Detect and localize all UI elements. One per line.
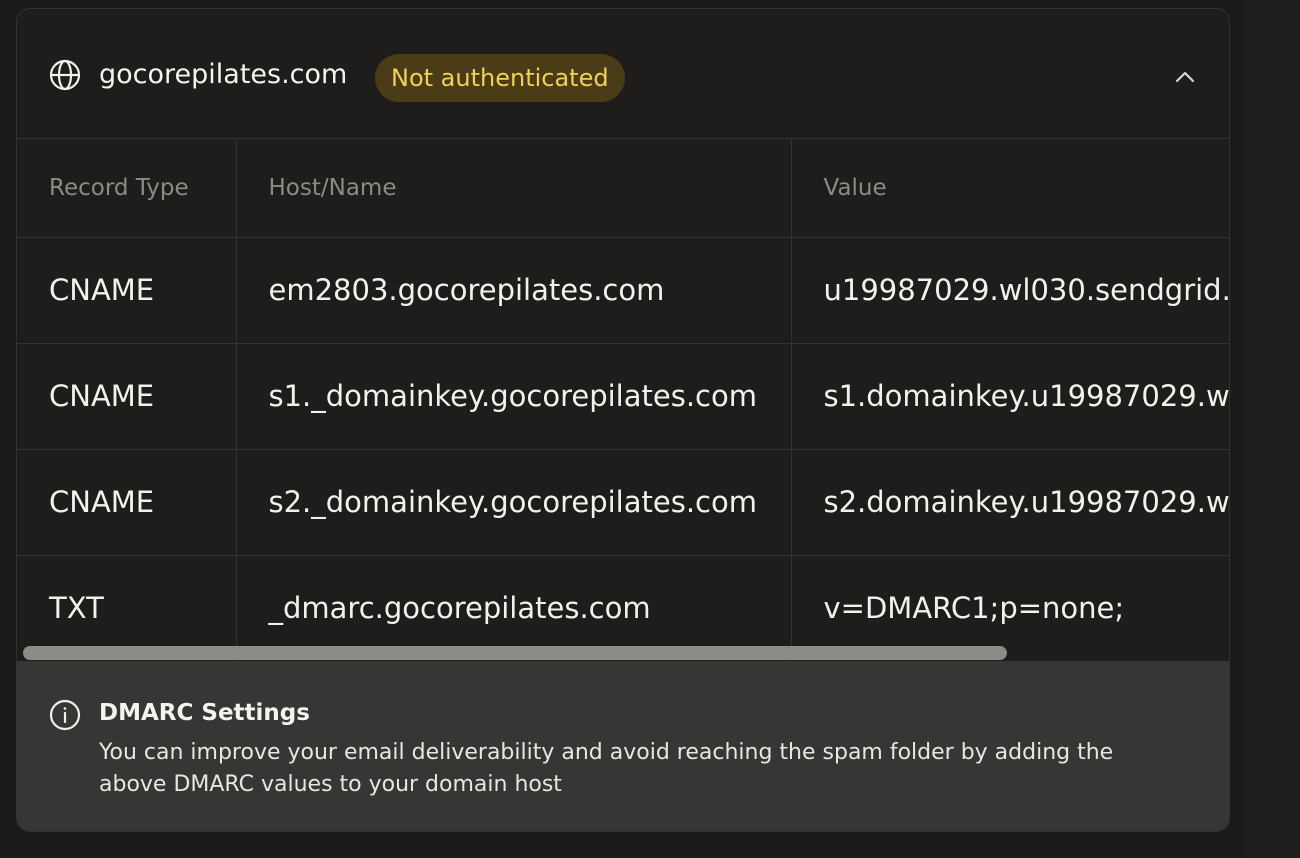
column-header-value: Value — [790, 139, 1229, 238]
value-cell[interactable]: s2.domainkey.u19987029.wl030.sendgrid.ne… — [790, 448, 1229, 556]
domain-card-header[interactable]: gocorepilates.com Not authenticated — [17, 9, 1229, 139]
background-strip — [1242, 0, 1300, 858]
domain-name: gocorepilates.com — [99, 59, 348, 90]
dmarc-info-panel: DMARC Settings You can improve your emai… — [17, 661, 1229, 831]
record-type-cell: CNAME — [17, 237, 237, 344]
host-cell[interactable]: s1._domainkey.gocorepilates.com — [235, 342, 792, 450]
column-header-host-name: Host/Name — [235, 139, 792, 238]
collapse-button[interactable] — [1167, 59, 1203, 95]
records-table: Record Type Host/Name Value CNAME em2803… — [17, 139, 1229, 661]
globe-icon — [49, 59, 81, 91]
dmarc-info-text: You can improve your email deliverabilit… — [99, 740, 1114, 797]
table-row: CNAME em2803.gocorepilates.com u19987029… — [17, 237, 1229, 344]
table-row: CNAME s1._domainkey.gocorepilates.com s1… — [17, 342, 1229, 450]
scrollbar-thumb[interactable] — [23, 646, 1007, 660]
records-table-scroll-area[interactable]: Record Type Host/Name Value CNAME em2803… — [17, 139, 1229, 661]
table-header-row: Record Type Host/Name Value — [17, 139, 1229, 238]
record-type-cell: CNAME — [17, 342, 237, 450]
status-badge: Not authenticated — [375, 54, 625, 102]
value-cell[interactable]: s1.domainkey.u19987029.wl030.sendgrid.ne… — [790, 342, 1229, 450]
table-row: CNAME s2._domainkey.gocorepilates.com s2… — [17, 448, 1229, 556]
chevron-up-icon — [1175, 71, 1195, 83]
domain-card: gocorepilates.com Not authenticated Reco… — [16, 8, 1230, 832]
host-cell[interactable]: s2._domainkey.gocorepilates.com — [235, 448, 792, 556]
info-icon — [49, 699, 81, 731]
record-type-cell: CNAME — [17, 448, 237, 556]
column-header-record-type: Record Type — [17, 139, 237, 238]
dmarc-info-title: DMARC Settings — [99, 700, 310, 726]
host-cell[interactable]: em2803.gocorepilates.com — [235, 237, 792, 344]
page: gocorepilates.com Not authenticated Reco… — [0, 0, 1300, 858]
value-cell[interactable]: u19987029.wl030.sendgrid.net — [790, 237, 1229, 344]
horizontal-scrollbar[interactable] — [17, 645, 1229, 661]
